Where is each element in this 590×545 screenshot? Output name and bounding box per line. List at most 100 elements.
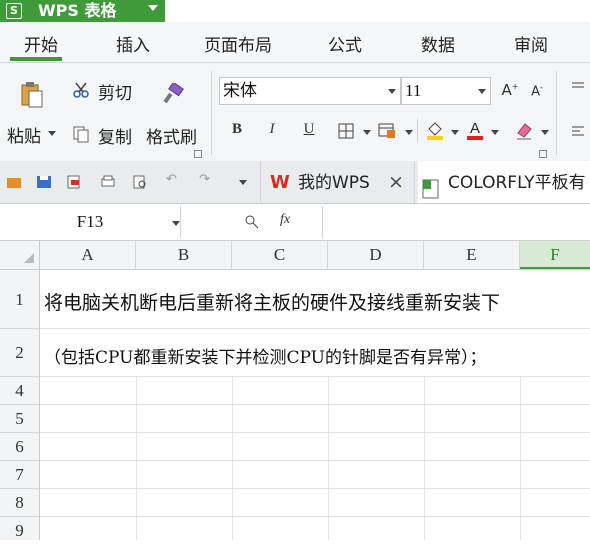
print-preview-icon[interactable] — [132, 174, 148, 189]
zoom-icon[interactable] — [244, 214, 260, 230]
column-headers: A B C D E F — [0, 241, 590, 270]
divider — [414, 161, 415, 203]
active-tab-indicator — [10, 57, 62, 61]
copy-icon[interactable] — [72, 125, 90, 143]
format-painter-icon[interactable] — [162, 81, 184, 105]
paste-icon[interactable] — [20, 81, 44, 109]
doc-tab-title: COLORFLY平板有 — [448, 173, 586, 193]
ribbon-tabs: 开始 插入 页面布局 公式 数据 审阅 — [0, 22, 590, 62]
underline-button[interactable]: U — [300, 121, 318, 138]
row-header-9[interactable]: 9 — [0, 517, 40, 540]
divider — [260, 161, 261, 203]
row-header-2[interactable]: 2 — [0, 329, 40, 377]
fill-color-icon[interactable] — [426, 121, 444, 141]
border-icon[interactable] — [338, 123, 354, 139]
clear-format-icon[interactable] — [515, 121, 533, 141]
chevron-down-icon[interactable] — [541, 130, 549, 135]
column-header-a[interactable]: A — [40, 241, 136, 269]
ribbon-toolbar: 粘贴 剪切 复制 格式刷 宋体 11 A+ A- B I U A — [0, 62, 590, 162]
divider — [211, 71, 212, 155]
cell-a2[interactable]: （包括CPU都重新安装下并检测CPU的针脚是否有异常）； — [44, 343, 486, 368]
chevron-down-icon[interactable] — [478, 89, 486, 94]
tab-review[interactable]: 审阅 — [514, 22, 548, 62]
gridline — [40, 460, 590, 461]
cell-style-icon[interactable] — [378, 123, 396, 139]
chevron-down-icon[interactable] — [172, 221, 180, 226]
tab-page-layout[interactable]: 页面布局 — [204, 22, 272, 62]
cell-grid[interactable]: 1 2 4 5 6 7 8 9 将电脑关机断电后重新将主板的硬件及接线重新安装下… — [0, 270, 590, 540]
chevron-down-icon[interactable] — [363, 130, 371, 135]
undo-icon[interactable]: ↶ — [166, 172, 182, 187]
app-menu-button[interactable]: S WPS 表格 — [0, 0, 165, 22]
gridline — [40, 432, 590, 433]
row-header-4[interactable]: 4 — [0, 377, 40, 405]
column-header-b[interactable]: B — [136, 241, 232, 269]
formula-bar: F13 fx — [0, 204, 590, 241]
title-bar: S WPS 表格 — [0, 0, 590, 22]
font-name-select[interactable]: 宋体 — [219, 77, 401, 105]
name-box[interactable]: F13 — [0, 206, 181, 238]
chevron-down-icon — [148, 5, 158, 11]
print-icon[interactable] — [100, 174, 116, 188]
export-pdf-icon[interactable] — [66, 174, 82, 189]
font-color-icon[interactable]: A — [466, 119, 484, 141]
redo-icon[interactable]: ↷ — [199, 172, 215, 187]
chevron-down-icon[interactable] — [48, 131, 56, 136]
chevron-down-icon[interactable] — [491, 130, 499, 135]
font-size-value: 11 — [405, 81, 422, 100]
align-left-icon[interactable] — [570, 125, 586, 141]
divider — [556, 71, 557, 155]
bold-button[interactable]: B — [228, 121, 246, 138]
quick-access-and-document-tabs: ↶ ↷ W 我的WPS × COLORFLY平板有 — [0, 161, 590, 204]
chevron-down-icon[interactable] — [451, 130, 459, 135]
cell-a1[interactable]: 将电脑关机断电后重新将主板的硬件及接线重新安装下 — [44, 288, 500, 315]
gridline — [40, 328, 590, 329]
font-name-value: 宋体 — [223, 81, 257, 100]
font-dialog-launcher-icon[interactable] — [539, 150, 547, 158]
tab-data[interactable]: 数据 — [421, 22, 455, 62]
doc-tab-title: 我的WPS — [298, 173, 370, 193]
scissors-icon[interactable] — [72, 81, 90, 99]
insert-function-icon[interactable]: fx — [280, 212, 290, 228]
divider — [417, 118, 418, 142]
column-header-e[interactable]: E — [424, 241, 520, 269]
wps-icon: W — [270, 172, 290, 193]
paste-button[interactable]: 粘贴 — [7, 122, 41, 147]
formula-input[interactable] — [322, 206, 590, 238]
doc-tab-colorfly[interactable]: COLORFLY平板有 — [418, 161, 590, 203]
close-icon[interactable]: × — [388, 160, 404, 204]
gridline — [40, 488, 590, 489]
italic-button[interactable]: I — [263, 121, 281, 138]
decrease-font-size-icon[interactable]: A- — [528, 83, 546, 99]
row-header-8[interactable]: 8 — [0, 489, 40, 517]
gridline — [40, 404, 590, 405]
save-icon[interactable] — [36, 174, 52, 188]
row-header-5[interactable]: 5 — [0, 405, 40, 433]
chevron-down-icon[interactable] — [405, 130, 413, 135]
tab-formula[interactable]: 公式 — [328, 22, 362, 62]
svg-text:A: A — [470, 120, 480, 137]
clipboard-dialog-launcher-icon[interactable] — [194, 150, 202, 158]
app-title: WPS 表格 — [38, 1, 117, 20]
chevron-down-icon[interactable] — [239, 180, 247, 185]
row-header-1[interactable]: 1 — [0, 270, 40, 329]
tab-insert[interactable]: 插入 — [116, 22, 150, 62]
doc-tab-my-wps[interactable]: W 我的WPS × — [268, 161, 410, 203]
column-header-d[interactable]: D — [328, 241, 424, 269]
row-header-6[interactable]: 6 — [0, 433, 40, 461]
select-all-corner[interactable] — [0, 241, 40, 269]
align-top-icon[interactable] — [570, 81, 586, 97]
open-folder-icon[interactable] — [6, 174, 22, 188]
copy-button[interactable]: 复制 — [98, 123, 132, 148]
column-header-f[interactable]: F — [520, 241, 590, 269]
increase-font-size-icon[interactable]: A+ — [500, 81, 520, 99]
row-header-7[interactable]: 7 — [0, 461, 40, 489]
tab-home[interactable]: 开始 — [24, 22, 58, 62]
column-header-c[interactable]: C — [232, 241, 328, 269]
chevron-down-icon[interactable] — [388, 89, 396, 94]
format-painter-button[interactable]: 格式刷 — [146, 123, 197, 148]
gridline — [40, 516, 590, 517]
cut-button[interactable]: 剪切 — [98, 79, 132, 104]
wps-logo-icon: S — [6, 3, 22, 19]
gridline — [40, 376, 590, 377]
